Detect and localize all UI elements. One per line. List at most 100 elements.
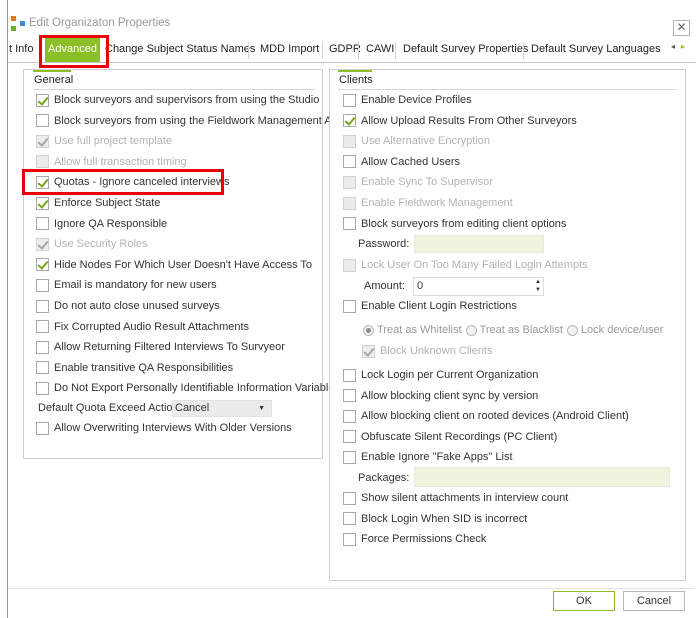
checkbox-row[interactable]: Allow full transaction timing bbox=[36, 154, 187, 170]
checkbox-row[interactable]: Block surveyors from using the Fieldwork… bbox=[36, 113, 344, 129]
radio-button[interactable] bbox=[566, 324, 578, 336]
checkbox-row[interactable]: Hide Nodes For Which User Doesn't Have A… bbox=[36, 257, 312, 273]
checkbox-row[interactable]: Allow blocking client sync by version bbox=[343, 388, 538, 404]
checkbox[interactable] bbox=[343, 368, 356, 382]
checkbox-row[interactable]: Block surveyors from editing client opti… bbox=[343, 216, 566, 232]
quota-action-label: Default Quota Exceed Action: bbox=[38, 402, 182, 414]
checkbox[interactable] bbox=[36, 421, 49, 435]
checkbox-row[interactable]: Enable Fieldwork Management bbox=[343, 195, 513, 211]
checkbox[interactable] bbox=[36, 340, 49, 354]
checkbox-row[interactable]: Enforce Subject State bbox=[36, 195, 160, 211]
checkbox[interactable] bbox=[343, 196, 356, 210]
checkbox-row[interactable]: Fix Corrupted Audio Result Attachments bbox=[36, 319, 249, 335]
checkbox-row[interactable]: Use Alternative Encryption bbox=[343, 133, 490, 149]
checkbox[interactable] bbox=[36, 320, 49, 334]
quota-highlight-box bbox=[22, 169, 224, 195]
checkbox-label: Block surveyors from editing client opti… bbox=[361, 217, 567, 230]
packages-input[interactable] bbox=[414, 467, 670, 487]
checkbox-row[interactable]: Allow Returning Filtered Interviews To S… bbox=[36, 339, 285, 355]
checkbox-label: Use Security Roles bbox=[54, 238, 148, 251]
checkbox-row[interactable]: Use Security Roles bbox=[36, 236, 148, 252]
checkbox[interactable] bbox=[343, 114, 356, 128]
checkbox[interactable] bbox=[343, 389, 356, 403]
checkbox-label: Enable Ignore "Fake Apps" List bbox=[361, 451, 513, 464]
checkbox-label: Lock Login per Current Organization bbox=[361, 369, 539, 381]
tab-change-subject-status-names[interactable]: Change Subject Status Names bbox=[102, 38, 258, 62]
tab-default-survey-properties[interactable]: Default Survey Properties bbox=[398, 38, 533, 62]
checkbox[interactable] bbox=[343, 512, 356, 526]
checkbox[interactable] bbox=[36, 93, 49, 107]
checkbox[interactable] bbox=[36, 381, 49, 395]
checkbox[interactable] bbox=[36, 217, 49, 231]
checkbox[interactable] bbox=[343, 134, 356, 148]
chevron-left-icon[interactable]: ◂ bbox=[671, 42, 681, 51]
checkbox[interactable] bbox=[343, 258, 356, 272]
checkbox[interactable] bbox=[36, 299, 49, 313]
checkbox-row[interactable]: Allow Upload Results From Other Surveyor… bbox=[343, 113, 577, 129]
checkbox[interactable] bbox=[36, 155, 49, 169]
checkbox-row[interactable]: Enable Client Login Restrictions bbox=[343, 298, 517, 314]
checkbox[interactable] bbox=[343, 217, 356, 231]
checkbox-row[interactable]: Lock Login per Current Organization bbox=[343, 367, 538, 383]
tab-info[interactable]: t Info bbox=[9, 38, 33, 62]
checkbox[interactable] bbox=[36, 196, 49, 210]
checkbox-row[interactable]: Allow Overwriting Interviews With Older … bbox=[36, 420, 292, 436]
checkbox-row[interactable]: Enable Sync To Supervisor bbox=[343, 174, 493, 190]
radio-lock-device[interactable]: Lock device/user bbox=[566, 324, 663, 336]
checkbox[interactable] bbox=[36, 278, 49, 292]
checkbox-row[interactable]: Show silent attachments in interview cou… bbox=[343, 490, 568, 506]
cancel-button[interactable]: Cancel bbox=[623, 591, 685, 611]
close-button[interactable]: ✕ bbox=[673, 20, 690, 36]
checkbox-row[interactable]: Enable transitive QA Responsibilities bbox=[36, 360, 233, 376]
checkbox-row[interactable]: Enable Device Profiles bbox=[343, 92, 472, 108]
quota-action-select[interactable]: Cancel ▼ bbox=[172, 400, 272, 417]
ok-button[interactable]: OK bbox=[553, 591, 615, 611]
checkbox[interactable] bbox=[36, 237, 49, 251]
checkbox-row[interactable]: Use full project template bbox=[36, 133, 172, 149]
tab-mdd-import[interactable]: MDD Import bbox=[255, 38, 324, 62]
checkbox[interactable] bbox=[343, 450, 356, 464]
tab-scroll[interactable]: ◂▸ bbox=[671, 42, 691, 51]
tab-gdpr[interactable]: GDPR bbox=[324, 38, 366, 62]
checkbox-row[interactable]: Email is mandatory for new users bbox=[36, 277, 217, 293]
checkbox-row[interactable]: Do Not Export Personally Identifiable In… bbox=[36, 380, 340, 396]
checkbox[interactable] bbox=[343, 532, 356, 546]
checkbox-row[interactable]: Lock User On Too Many Failed Login Attem… bbox=[343, 257, 588, 273]
password-input[interactable] bbox=[414, 235, 544, 253]
checkbox-row[interactable]: Block surveyors and supervisors from usi… bbox=[36, 92, 319, 108]
checkbox[interactable] bbox=[362, 344, 375, 358]
chevron-right-icon[interactable]: ▸ bbox=[681, 42, 691, 51]
checkbox[interactable] bbox=[343, 491, 356, 505]
radio-button[interactable] bbox=[465, 324, 477, 336]
checkbox[interactable] bbox=[36, 134, 49, 148]
tab-default-survey-languages[interactable]: Default Survey Languages bbox=[526, 38, 666, 62]
radio-button[interactable] bbox=[363, 324, 374, 336]
packages-label: Packages: bbox=[358, 472, 410, 484]
checkbox-row[interactable]: Force Permissions Check bbox=[343, 531, 486, 547]
checkbox-row[interactable]: Do not auto close unused surveys bbox=[36, 298, 220, 314]
checkbox-row[interactable]: Allow blocking client on rooted devices … bbox=[343, 408, 629, 424]
checkbox[interactable] bbox=[343, 155, 356, 169]
checkbox[interactable] bbox=[343, 409, 356, 423]
checkbox-row[interactable]: Ignore QA Responsible bbox=[36, 216, 167, 232]
checkbox[interactable] bbox=[343, 430, 356, 444]
spinner-arrows-icon[interactable]: ▲ ▼ bbox=[535, 278, 541, 294]
checkbox[interactable] bbox=[343, 299, 356, 313]
checkbox[interactable] bbox=[343, 93, 356, 107]
checkbox[interactable] bbox=[343, 175, 356, 189]
checkbox[interactable] bbox=[36, 258, 49, 272]
checkbox-row[interactable]: Obfuscate Silent Recordings (PC Client) bbox=[343, 429, 557, 445]
radio-whitelist[interactable]: Treat as Whitelist bbox=[363, 324, 462, 336]
checkbox-label: Block surveyors and supervisors from usi… bbox=[54, 94, 320, 106]
tab-cawi[interactable]: CAWI bbox=[361, 38, 399, 62]
checkbox[interactable] bbox=[36, 114, 49, 128]
checkbox-row[interactable]: Block Login When SID is incorrect bbox=[343, 511, 527, 527]
checkbox-row[interactable]: Block Unknown Clients bbox=[362, 343, 493, 359]
checkbox-row[interactable]: Enable Ignore "Fake Apps" List bbox=[343, 449, 513, 465]
quota-action-value: Cancel bbox=[175, 402, 210, 414]
checkbox[interactable] bbox=[36, 361, 49, 375]
amount-stepper[interactable]: 0 ▲ ▼ bbox=[413, 277, 544, 296]
checkbox-label: Enable Device Profiles bbox=[361, 94, 472, 106]
radio-blacklist[interactable]: Treat as Blacklist bbox=[465, 324, 563, 336]
checkbox-row[interactable]: Allow Cached Users bbox=[343, 154, 460, 170]
